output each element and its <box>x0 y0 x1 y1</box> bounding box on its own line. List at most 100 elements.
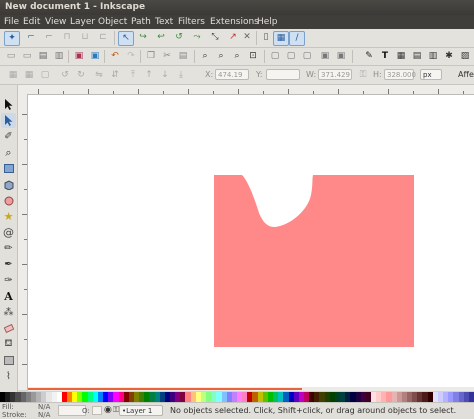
menu-path[interactable]: Path <box>131 17 151 27</box>
selector-tool-icon[interactable] <box>1 97 16 112</box>
menu-file[interactable]: File <box>4 17 19 27</box>
ungroup-icon[interactable]: ▣ <box>334 50 348 63</box>
menu-text[interactable]: Text <box>155 17 173 27</box>
palette-swatch[interactable] <box>468 392 474 402</box>
h-field[interactable]: 328.000 <box>384 69 416 80</box>
new-document-icon[interactable]: ▭ <box>4 50 18 63</box>
node-auto-icon[interactable]: ↺ <box>172 31 186 44</box>
node-line-icon[interactable]: ⌐ <box>42 31 56 44</box>
y-field[interactable] <box>266 69 300 80</box>
zoom-tool-icon[interactable]: ⌕ <box>1 145 16 160</box>
duplicate-icon[interactable]: ▢ <box>268 50 282 63</box>
segment-curve-icon[interactable]: ⤡ <box>208 31 222 44</box>
node-add-icon[interactable]: ⊏ <box>96 31 110 44</box>
pencil-tool-icon[interactable]: ✏ <box>1 241 16 256</box>
node-tool-icon[interactable] <box>1 113 16 128</box>
w-field[interactable]: 371.429 <box>318 69 352 80</box>
color-palette[interactable] <box>0 392 474 402</box>
unlink-clone-icon[interactable]: ▢ <box>300 50 314 63</box>
flip-vertical-icon[interactable]: ⇵ <box>108 69 122 82</box>
node-cusp-icon[interactable]: ↖ <box>118 31 134 46</box>
menu-extensions[interactable]: Extensions <box>210 17 259 27</box>
spiral-tool-icon[interactable]: @ <box>1 225 16 240</box>
show-clip-icon[interactable]: / <box>289 31 305 46</box>
select-all-icon[interactable]: ▦ <box>6 69 20 82</box>
menu-help[interactable]: Help <box>257 17 278 27</box>
3d-box-tool-icon[interactable] <box>1 177 16 192</box>
preferences-icon[interactable]: ✱ <box>442 50 456 63</box>
objects-icon[interactable]: ▥ <box>426 50 440 63</box>
fill-stroke-icon[interactable]: ✎ <box>362 50 376 63</box>
zoom-selection-icon[interactable]: ⌕ <box>198 50 212 63</box>
import-icon[interactable]: ▣ <box>72 50 86 63</box>
copy-icon[interactable]: ❐ <box>144 50 158 63</box>
node-symmetric-icon[interactable]: ↩ <box>154 31 168 44</box>
layer-selector[interactable]: •Layer 1 <box>119 405 163 416</box>
save-icon[interactable]: ▤ <box>36 50 50 63</box>
drawing-canvas[interactable] <box>28 95 474 387</box>
eraser-tool-icon[interactable] <box>1 321 16 336</box>
spray-tool-icon[interactable]: ⁂ <box>1 305 16 320</box>
eye-icon[interactable]: ◉ <box>104 405 112 415</box>
undo-icon[interactable]: ↶ <box>108 50 122 63</box>
paste-icon[interactable]: ▤ <box>176 50 190 63</box>
vertical-ruler[interactable] <box>18 94 28 390</box>
print-icon[interactable]: ▥ <box>52 50 66 63</box>
lower-bottom-icon[interactable]: ⤓ <box>174 69 188 82</box>
node-join-icon[interactable]: ⊓ <box>60 31 74 44</box>
show-outline-icon[interactable]: ▦ <box>273 31 289 46</box>
select-by-touch-icon[interactable]: ✦ <box>4 31 20 46</box>
align-distribute-icon[interactable]: ▤ <box>410 50 424 63</box>
object-to-path-icon[interactable]: ↗ <box>226 31 240 44</box>
ellipse-tool-icon[interactable] <box>1 193 16 208</box>
dropper-tool-icon[interactable]: ⌇ <box>1 369 16 384</box>
rectangle-tool-icon[interactable] <box>1 161 16 176</box>
star-tool-icon[interactable]: ★ <box>1 209 16 224</box>
paint-bucket-tool-icon[interactable]: ⛾ <box>1 337 16 352</box>
zoom-drawing-icon[interactable]: ⌕ <box>214 50 228 63</box>
calligraphy-tool-icon[interactable]: ✑ <box>1 273 16 288</box>
raise-icon[interactable]: ↑ <box>142 69 156 82</box>
menu-filters[interactable]: Filters <box>178 17 205 27</box>
export-icon[interactable]: ▣ <box>88 50 102 63</box>
open-icon[interactable]: ▭ <box>20 50 34 63</box>
menu-object[interactable]: Object <box>98 17 127 27</box>
horizontal-scrollbar[interactable] <box>28 387 474 391</box>
cut-icon[interactable]: ✂ <box>160 50 174 63</box>
deselect-icon[interactable]: ▢ <box>38 69 52 82</box>
pen-tool-icon[interactable]: ✒ <box>1 257 16 272</box>
tweak-tool-icon[interactable]: ✐ <box>1 129 16 144</box>
menu-layer[interactable]: Layer <box>70 17 95 27</box>
flip-horizontal-icon[interactable]: ⇋ <box>92 69 106 82</box>
horizontal-ruler[interactable] <box>18 85 474 95</box>
unit-select[interactable]: px <box>420 69 442 80</box>
x-field[interactable]: 474.19 <box>215 69 249 80</box>
pink-shape[interactable] <box>214 175 414 347</box>
group-icon[interactable]: ▣ <box>318 50 332 63</box>
show-handles-icon[interactable]: ▯ <box>259 31 273 44</box>
gradient-tool-icon[interactable] <box>1 353 16 368</box>
opacity-field[interactable] <box>92 406 102 415</box>
xml-editor-icon[interactable]: ▦ <box>394 50 408 63</box>
lock-ratio-icon[interactable]: ⚿ <box>356 69 370 82</box>
select-all-layers-icon[interactable]: ▦ <box>22 69 36 82</box>
node-break-icon[interactable]: ⊔ <box>78 31 92 44</box>
rotate-ccw-icon[interactable]: ↺ <box>58 69 72 82</box>
clone-icon[interactable]: ▢ <box>284 50 298 63</box>
raise-top-icon[interactable]: ⤒ <box>126 69 140 82</box>
lower-icon[interactable]: ↓ <box>158 69 172 82</box>
redo-icon[interactable]: ↷ <box>124 50 138 63</box>
segment-line-icon[interactable]: ⤳ <box>190 31 204 44</box>
menu-edit[interactable]: Edit <box>23 17 40 27</box>
text-font-icon[interactable]: T <box>378 50 392 63</box>
text-tool-icon[interactable]: A <box>1 289 16 304</box>
node-curve-icon[interactable]: ⌐ <box>24 31 38 44</box>
scrollbar-thumb[interactable] <box>28 388 302 390</box>
document-properties-icon[interactable]: ▨ <box>458 50 472 63</box>
zoom-page-icon[interactable]: ⌕ <box>230 50 244 63</box>
node-smooth-icon[interactable]: ↪ <box>136 31 150 44</box>
stroke-to-path-icon[interactable]: ✕ <box>240 31 254 44</box>
rotate-cw-icon[interactable]: ↻ <box>74 69 88 82</box>
zoom-width-icon[interactable]: ⊡ <box>246 50 260 63</box>
menu-view[interactable]: View <box>45 17 66 27</box>
